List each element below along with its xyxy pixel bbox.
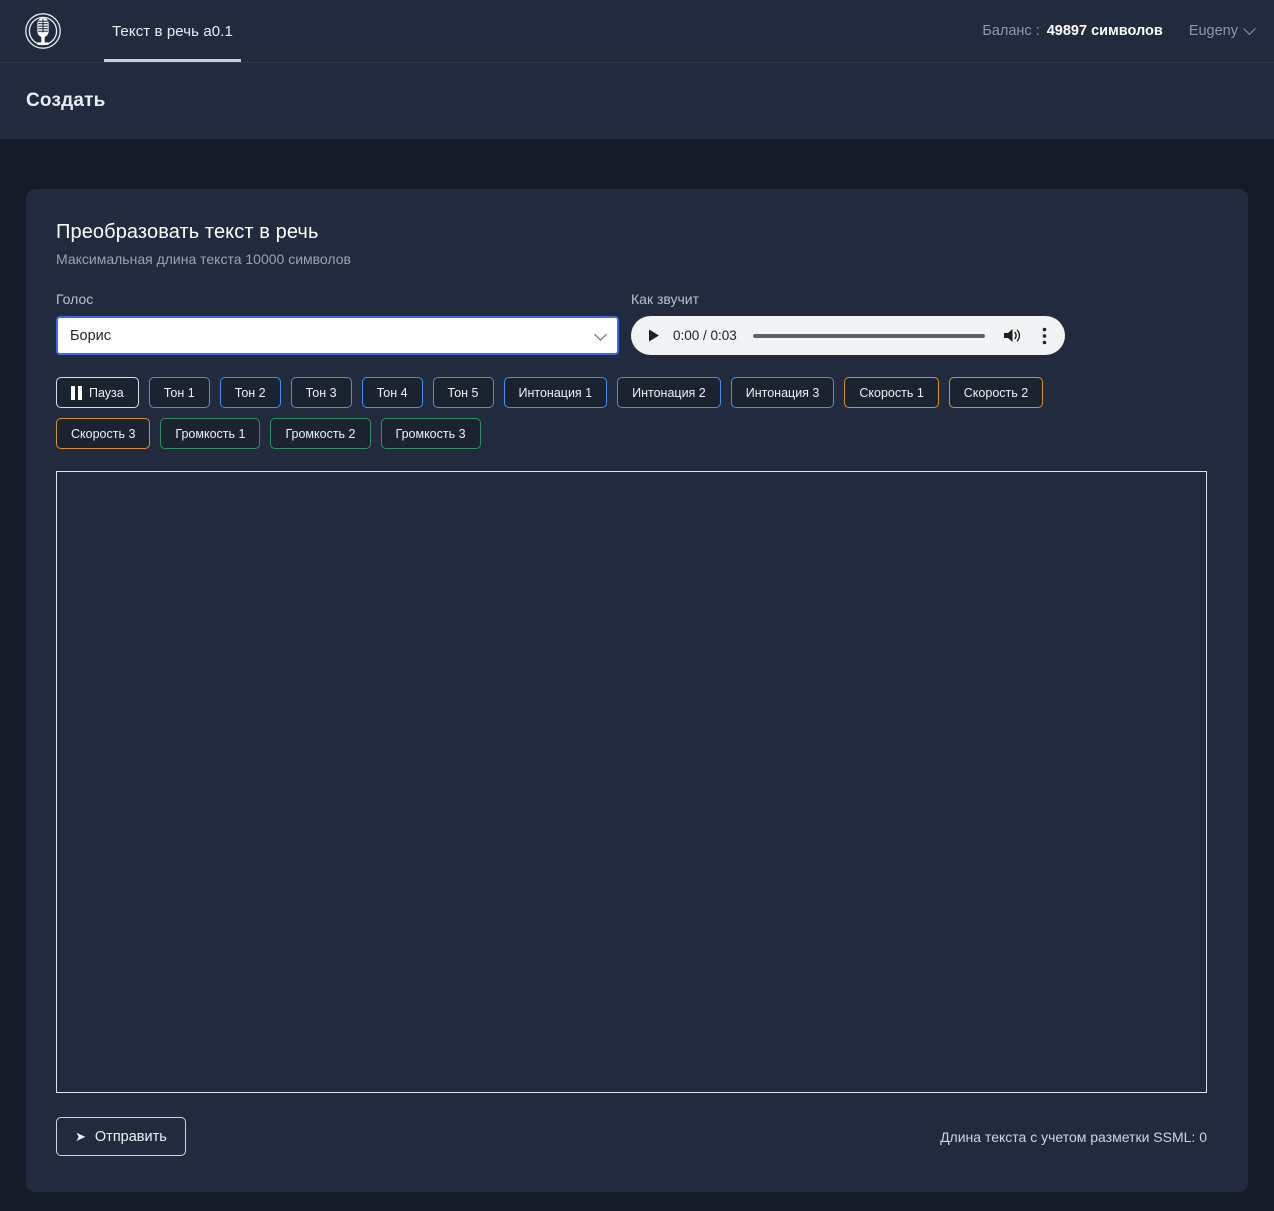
ssml-button-speed-2[interactable]: Скорость 2: [948, 377, 1044, 408]
ssml-textarea[interactable]: [56, 471, 1207, 1093]
ssml-button-label: Скорость 2: [963, 385, 1029, 400]
ssml-tag-buttons: Пауза Тон 1 Тон 2 Тон 3 Тон 4 Тон 5 Инто…: [56, 377, 1124, 449]
ssml-button-tone-2[interactable]: Тон 2: [219, 377, 281, 408]
ssml-length-counter: Длина текста с учетом разметки SSML: 0: [940, 1128, 1207, 1145]
submit-button-label: Отправить: [94, 1128, 167, 1145]
balance-label: Баланс :: [982, 23, 1040, 39]
navbar-right: Баланс : 49897 символов Eugeny: [982, 21, 1256, 39]
ssml-button-label: Пауза: [89, 385, 124, 400]
ssml-button-label: Громкость 3: [395, 426, 466, 441]
user-menu[interactable]: Eugeny: [1188, 21, 1256, 39]
audio-progress-slider[interactable]: [752, 333, 985, 338]
controls-row: Голос Борис Как звучит 0:00 / 0:03: [56, 291, 1218, 355]
voice-select-wrap: Борис: [56, 316, 619, 355]
balance-value: 49897 символов: [1046, 23, 1163, 39]
balance-display: Баланс : 49897 символов: [982, 23, 1163, 39]
ssml-button-label: Тон 4: [376, 385, 408, 400]
voice-label: Голос: [56, 291, 94, 307]
main-content: Преобразовать текст в речь Максимальная …: [0, 139, 1274, 1192]
ssml-button-label: Скорость 1: [859, 385, 924, 400]
microphone-logo-icon[interactable]: [24, 12, 62, 50]
send-icon: ➤: [75, 1129, 86, 1144]
card-title: Преобразовать текст в речь: [56, 221, 319, 243]
nav-tab-text-to-speech[interactable]: Текст в речь a0.1: [104, 0, 241, 62]
page-title: Создать: [26, 90, 106, 111]
pause-icon: [71, 385, 82, 400]
chevron-down-icon: [1243, 21, 1256, 35]
ssml-button-label: Интонация 2: [632, 385, 706, 400]
ssml-button-intonation-1[interactable]: Интонация 1: [503, 377, 608, 408]
ssml-button-volume-3[interactable]: Громкость 3: [380, 418, 481, 449]
ssml-button-label: Тон 3: [305, 385, 337, 400]
nav-tabs: Текст в речь a0.1: [104, 0, 241, 62]
audio-player[interactable]: 0:00 / 0:03: [631, 316, 1065, 355]
card-footer: ➤ Отправить Длина текста с учетом размет…: [56, 1117, 1207, 1156]
ssml-button-volume-2[interactable]: Громкость 2: [270, 418, 371, 449]
card-subtitle: Максимальная длина текста 10000 символов: [56, 251, 351, 267]
play-icon[interactable]: [643, 326, 663, 346]
ssml-button-volume-1[interactable]: Громкость 1: [160, 418, 261, 449]
volume-icon[interactable]: [1001, 325, 1023, 347]
ssml-button-label: Громкость 1: [175, 426, 246, 441]
voice-select[interactable]: Борис: [56, 316, 619, 355]
ssml-button-speed-1[interactable]: Скорость 1: [844, 377, 939, 408]
ssml-button-label: Тон 2: [234, 385, 266, 400]
voice-field: Голос Борис: [56, 291, 619, 355]
top-navbar: Текст в речь a0.1 Баланс : 49897 символо…: [0, 0, 1274, 63]
ssml-button-label: Тон 1: [163, 385, 195, 400]
ssml-button-pause[interactable]: Пауза: [56, 377, 139, 408]
ssml-button-tone-5[interactable]: Тон 5: [432, 377, 494, 408]
tts-card: Преобразовать текст в речь Максимальная …: [26, 189, 1248, 1192]
ssml-button-label: Громкость 2: [285, 426, 356, 441]
ssml-button-intonation-3[interactable]: Интонация 3: [730, 377, 835, 408]
ssml-button-speed-3[interactable]: Скорость 3: [56, 418, 151, 449]
user-menu-label: Eugeny: [1188, 23, 1238, 39]
audio-preview-field: Как звучит 0:00 / 0:03: [631, 291, 1065, 355]
ssml-button-label: Тон 5: [447, 385, 479, 400]
ssml-button-label: Скорость 3: [71, 426, 136, 441]
audio-time: 0:00 / 0:03: [673, 328, 737, 343]
more-vertical-icon[interactable]: [1033, 325, 1055, 347]
ssml-button-label: Интонация 1: [518, 385, 593, 400]
ssml-button-tone-4[interactable]: Тон 4: [361, 377, 423, 408]
ssml-button-intonation-2[interactable]: Интонация 2: [617, 377, 721, 408]
submit-button[interactable]: ➤ Отправить: [56, 1117, 186, 1156]
nav-tab-label: Текст в речь a0.1: [112, 22, 233, 40]
ssml-button-tone-3[interactable]: Тон 3: [290, 377, 352, 408]
audio-label: Как звучит: [631, 291, 700, 307]
ssml-button-label: Интонация 3: [745, 385, 820, 400]
ssml-button-tone-1[interactable]: Тон 1: [148, 377, 210, 408]
page-header: Создать: [0, 63, 1274, 139]
